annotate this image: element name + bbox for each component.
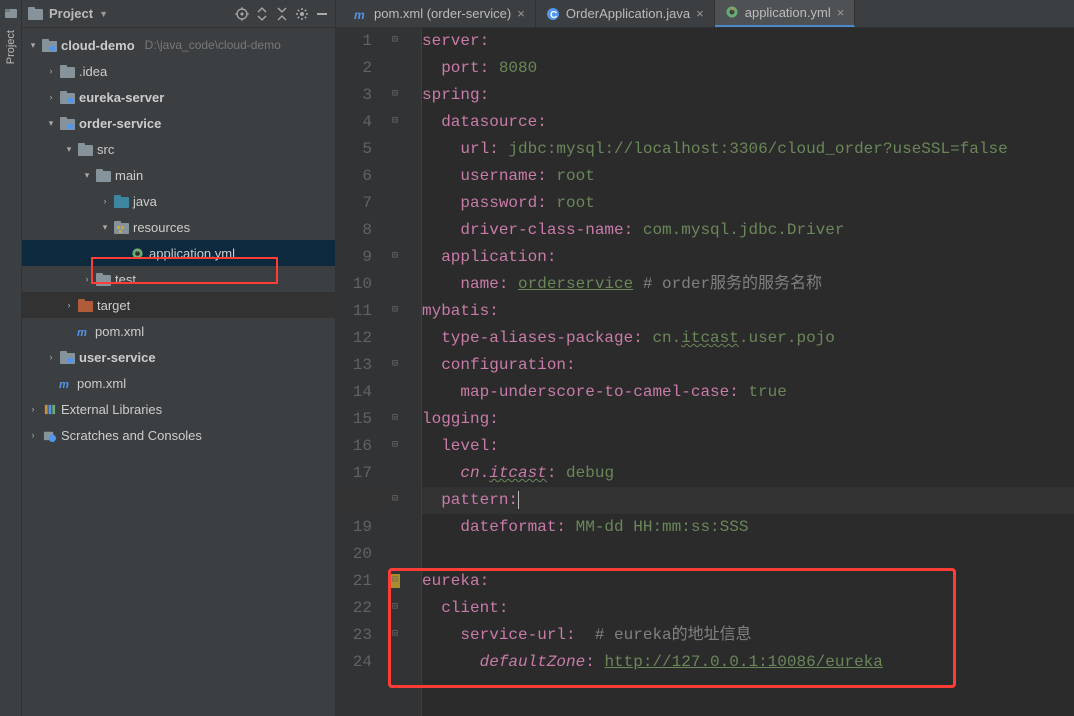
project-header-icon	[28, 7, 43, 20]
sidebar-header: Project ▼	[22, 0, 335, 28]
project-tree[interactable]: ▾ cloud-demo D:\java_code\cloud-demo › .…	[22, 28, 335, 716]
maven-file-icon: m	[354, 7, 368, 21]
project-strip-icon	[4, 6, 18, 20]
tree-node-user[interactable]: › user-service	[22, 344, 335, 370]
dropdown-icon[interactable]: ▼	[99, 9, 108, 19]
tab-orderapp[interactable]: C OrderApplication.java ×	[536, 0, 715, 27]
collapse-all-icon[interactable]	[275, 7, 289, 21]
library-icon	[42, 403, 57, 416]
tree-node-extlib[interactable]: › External Libraries	[22, 396, 335, 422]
tree-node-target[interactable]: › target	[22, 292, 335, 318]
tree-node-src[interactable]: ▾ src	[22, 136, 335, 162]
tree-node-java[interactable]: › java	[22, 188, 335, 214]
close-icon[interactable]: ×	[696, 6, 704, 21]
svg-text:m: m	[354, 8, 365, 21]
tree-node-pom2[interactable]: m pom.xml	[22, 370, 335, 396]
maven-file-icon: m	[76, 325, 91, 338]
folder-icon	[60, 65, 75, 78]
expand-all-icon[interactable]	[255, 7, 269, 21]
folder-icon	[96, 169, 111, 182]
text-caret	[518, 491, 519, 509]
svg-text:m: m	[77, 327, 87, 338]
tree-node-scratch[interactable]: › Scratches and Consoles	[22, 422, 335, 448]
close-icon[interactable]: ×	[837, 5, 845, 20]
editor-area: m pom.xml (order-service) × C OrderAppli…	[336, 0, 1074, 716]
scratch-icon	[42, 429, 57, 442]
project-tool-tab[interactable]: Project	[3, 24, 19, 70]
yaml-file-icon	[130, 247, 145, 260]
yaml-file-icon	[725, 5, 739, 19]
line-gutter: 1234 5678 9101112 13141516 17181920 2122…	[336, 28, 390, 716]
excluded-folder-icon	[78, 299, 93, 312]
tab-pom[interactable]: m pom.xml (order-service) ×	[344, 0, 536, 27]
folder-icon	[96, 273, 111, 286]
project-sidebar: Project ▼ ▾ cloud-demo D:\java_code\clou…	[22, 0, 336, 716]
tree-root[interactable]: ▾ cloud-demo D:\java_code\cloud-demo	[22, 32, 335, 58]
folder-icon	[78, 143, 93, 156]
tree-node-main[interactable]: ▾ main	[22, 162, 335, 188]
tab-appyml[interactable]: application.yml ×	[715, 0, 856, 27]
code-content[interactable]: server: port: 8080 spring: datasource: u…	[422, 28, 1074, 716]
close-icon[interactable]: ×	[517, 6, 525, 21]
module-icon	[60, 117, 75, 130]
maven-file-icon: m	[58, 377, 73, 390]
tree-node-resources[interactable]: ▾ resources	[22, 214, 335, 240]
tree-node-eureka[interactable]: › eureka-server	[22, 84, 335, 110]
tabs-bar: m pom.xml (order-service) × C OrderAppli…	[336, 0, 1074, 28]
code-editor[interactable]: 1234 5678 9101112 13141516 17181920 2122…	[336, 28, 1074, 716]
source-folder-icon	[114, 195, 129, 208]
sidebar-title: Project	[49, 6, 93, 21]
module-icon	[60, 351, 75, 364]
tree-node-test[interactable]: › test	[22, 266, 335, 292]
module-icon	[42, 39, 57, 52]
tree-node-order[interactable]: ▾ order-service	[22, 110, 335, 136]
hide-icon[interactable]	[315, 7, 329, 21]
tree-node-pom1[interactable]: m pom.xml	[22, 318, 335, 344]
fold-gutter[interactable]: ⊟ ⊟ ⊟ ⊟ ⊟ ⊟ ⊟ ⊟ ⊟ ⊟ ⊟ ⊟	[390, 28, 422, 716]
svg-text:m: m	[59, 379, 69, 390]
module-icon	[60, 91, 75, 104]
java-class-icon: C	[546, 7, 560, 21]
svg-text:C: C	[550, 10, 557, 21]
tool-window-strip[interactable]: Project	[0, 0, 22, 716]
tree-node-idea[interactable]: › .idea	[22, 58, 335, 84]
locate-icon[interactable]	[235, 7, 249, 21]
tree-node-appyml[interactable]: application.yml	[22, 240, 335, 266]
gear-icon[interactable]	[295, 7, 309, 21]
resources-folder-icon	[114, 221, 129, 234]
